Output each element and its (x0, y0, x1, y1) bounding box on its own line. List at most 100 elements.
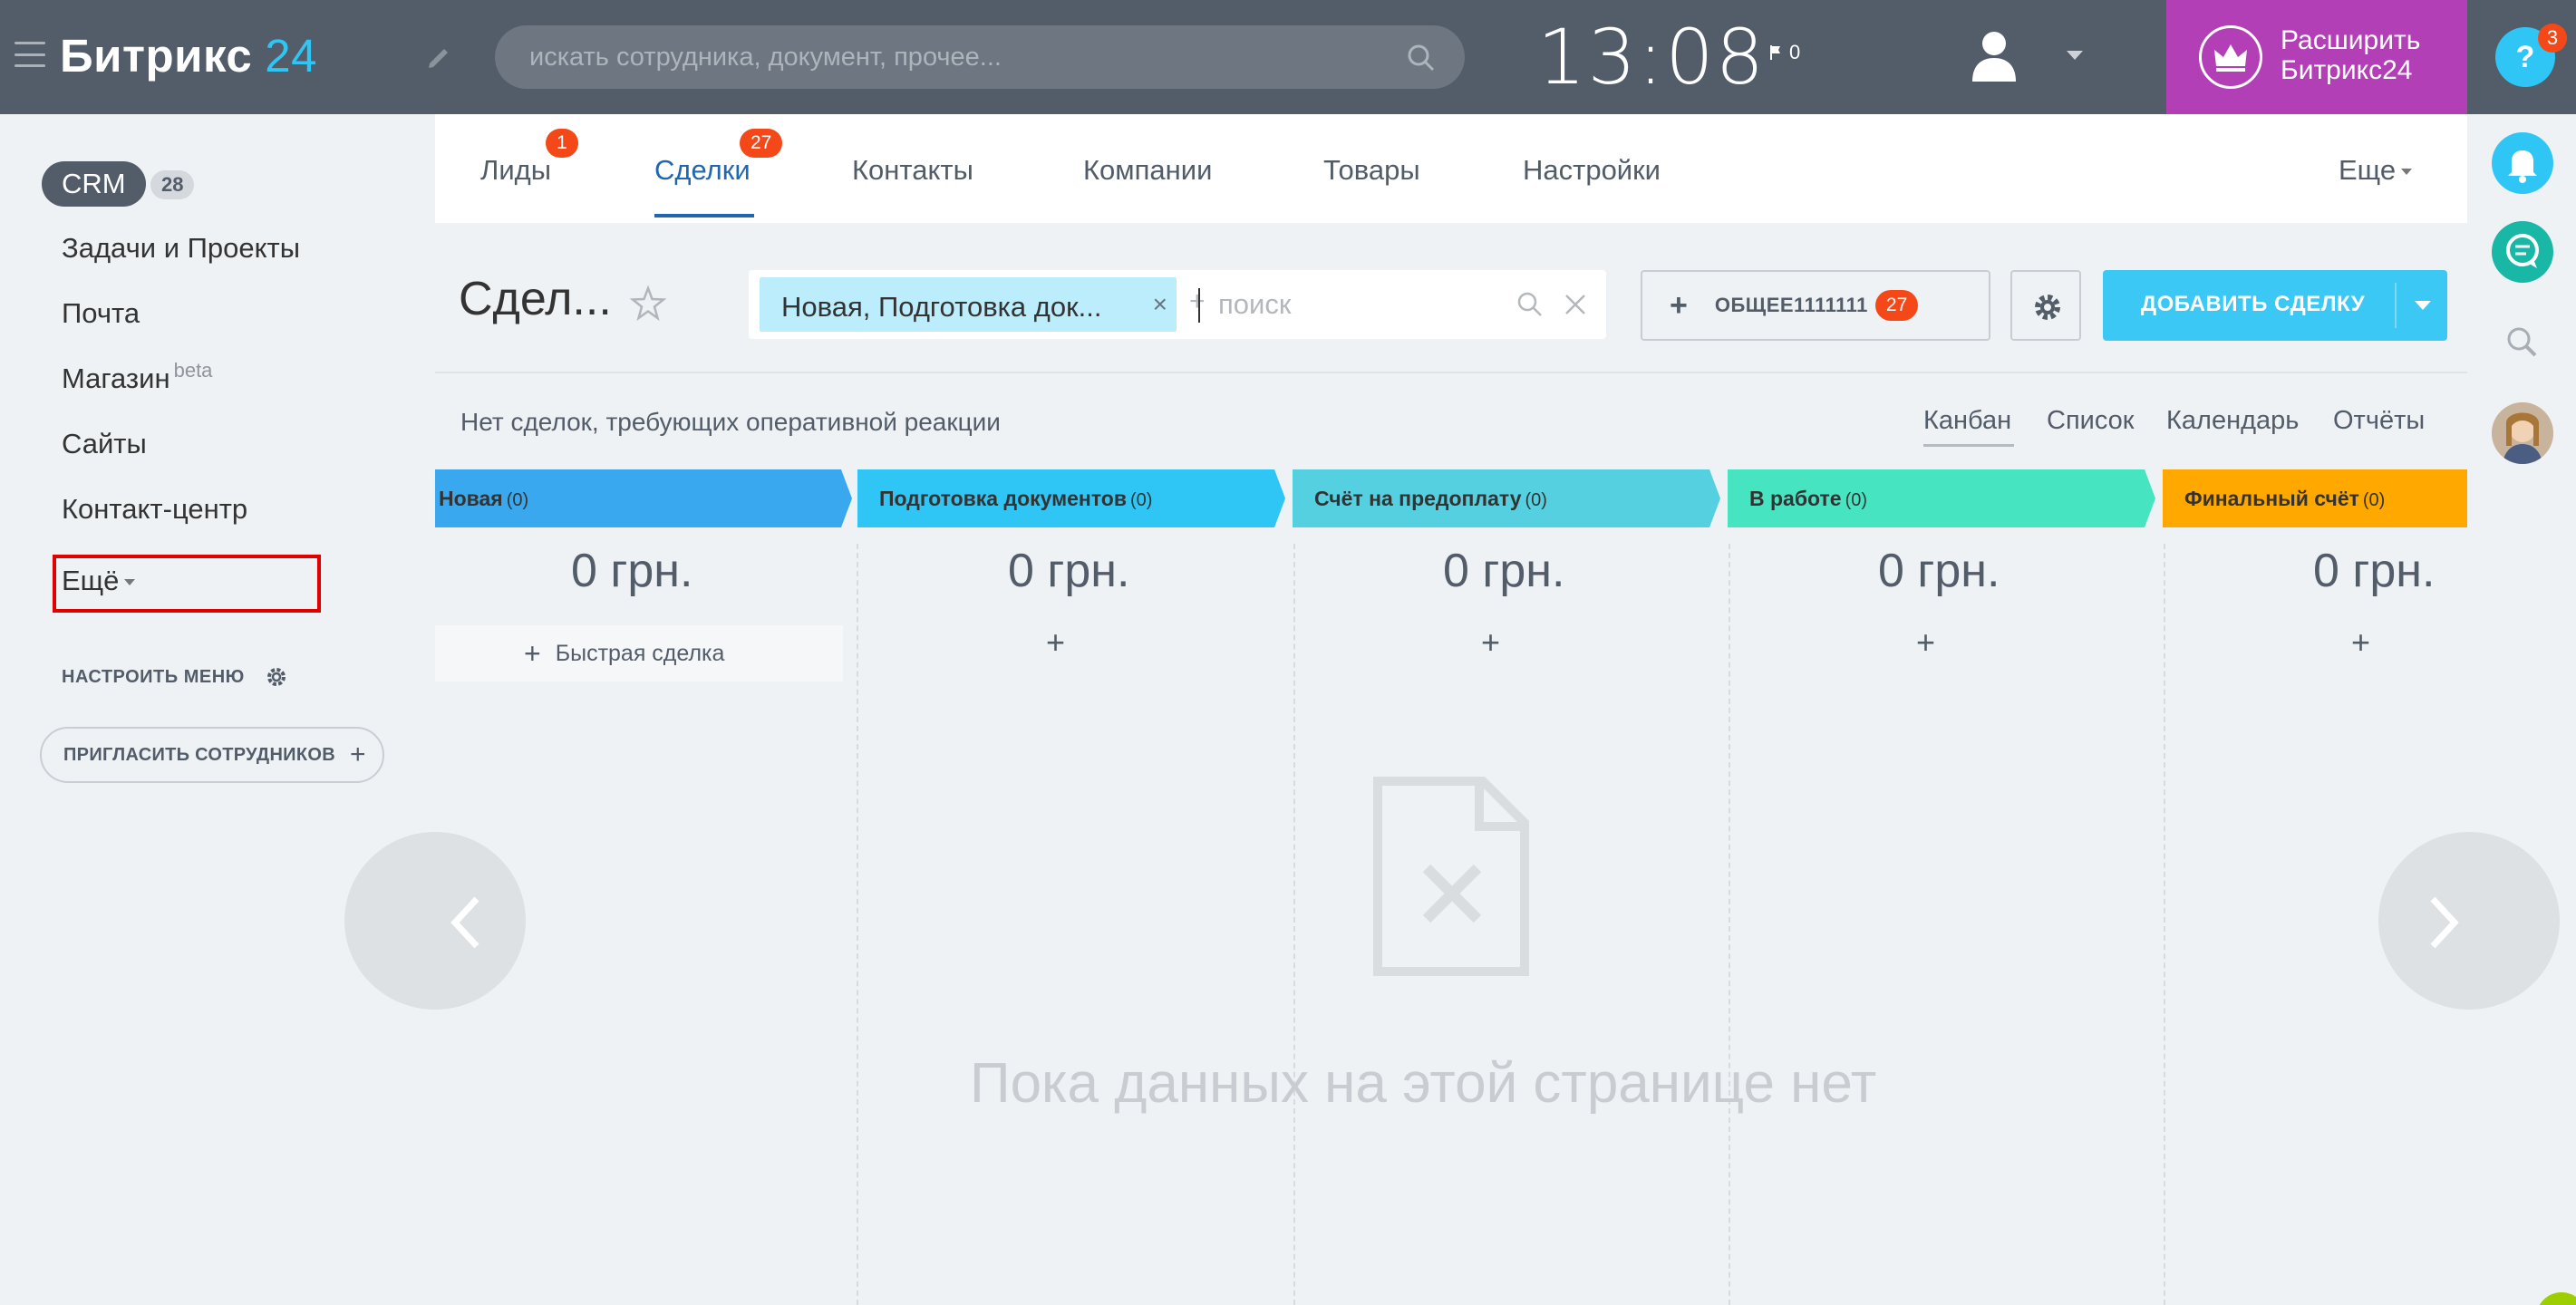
filter-tag[interactable]: Новая, Подготовка док... × (760, 277, 1177, 332)
logo-text: Битрикс (60, 30, 253, 82)
view-kanban[interactable]: Канбан (1923, 406, 2011, 436)
scroll-left-button[interactable] (344, 832, 526, 1010)
search-icon[interactable] (1516, 290, 1545, 319)
quick-deal-button[interactable]: + Быстрая сделка (435, 625, 843, 682)
setup-menu-label: НАСТРОИТЬ МЕНЮ (62, 666, 245, 687)
counter-label: ОБЩЕЕ1111111 (1714, 294, 1868, 316)
flag-count: 0 (1789, 41, 1801, 63)
menu-item-tasks[interactable]: Задачи и Проекты (62, 232, 300, 265)
chat-icon[interactable] (2492, 221, 2553, 283)
pencil-icon[interactable] (424, 42, 455, 72)
add-deal-label: ДОБАВИТЬ СДЕЛКУ (2141, 292, 2366, 316)
tab-deals[interactable]: Сделки (654, 154, 751, 187)
menu-item-contact-center[interactable]: Контакт-центр (62, 493, 247, 526)
user-menu-caret-icon[interactable] (2067, 51, 2083, 60)
tab-products[interactable]: Товары (1323, 154, 1420, 187)
no-urgent-deals-notice: Нет сделок, требующих оперативной реакци… (460, 408, 1001, 436)
stage-docs-count: (0) (1129, 490, 1153, 510)
counter-button[interactable]: + ОБЩЕЕ1111111 27 (1641, 270, 1990, 341)
tab-settings[interactable]: Настройки (1523, 154, 1661, 187)
plus-icon: + (1670, 287, 1688, 323)
stage-prepay[interactable]: Счёт на предоплату (0) (1293, 469, 1720, 527)
stage-final-invoice-count: (0) (2362, 490, 2386, 510)
stage-docs[interactable]: Подготовка документов (0) (857, 469, 1285, 527)
setup-menu-button[interactable]: НАСТРОИТЬ МЕНЮ (62, 665, 288, 689)
text-cursor (1198, 288, 1200, 323)
global-search-input[interactable] (529, 25, 1381, 89)
notifications-bell-icon[interactable] (2492, 132, 2553, 194)
panel-search-icon[interactable] (2492, 312, 2553, 373)
view-calendar[interactable]: Календарь (2166, 406, 2299, 436)
stage-final-invoice-header: Финальный счёт (0) (2163, 469, 2385, 527)
stage-prepay-count: (0) (1525, 490, 1547, 510)
scroll-right-button[interactable] (2378, 832, 2560, 1010)
menu-item-mail[interactable]: Почта (62, 297, 140, 330)
upgrade-line2: Битрикс24 (2281, 55, 2413, 85)
gear-icon (2035, 295, 2060, 320)
tabs-more-button[interactable]: Еще (2339, 154, 2413, 187)
view-list[interactable]: Список (2047, 406, 2135, 436)
settings-gear-button[interactable] (2010, 270, 2081, 341)
upgrade-button[interactable]: Расширить Битрикс24 (2166, 0, 2467, 114)
remove-filter-icon[interactable]: × (1153, 290, 1167, 319)
menu-item-more[interactable]: Ещё (62, 565, 136, 597)
stage-new-header: Новая (0) (435, 469, 528, 527)
left-menu: CRM 28 Задачи и Проекты Почта Магазин bet… (0, 114, 435, 1305)
chevron-left-icon (450, 896, 479, 949)
stage-final-invoice[interactable]: Финальный счёт (0) (2163, 469, 2467, 527)
menu-burger-icon[interactable] (15, 42, 45, 67)
column-divider (1293, 544, 1295, 1305)
search-icon[interactable] (1405, 42, 1438, 74)
close-icon[interactable] (1563, 292, 1588, 317)
flag-counter[interactable]: 0 (1769, 41, 1800, 64)
chevron-down-icon (2401, 169, 2413, 176)
plus-icon: + (524, 636, 541, 670)
invite-employees-button[interactable]: ПРИГЛАСИТЬ СОТРУДНИКОВ + (40, 727, 384, 783)
stage-in-work[interactable]: В работе (0) (1728, 469, 2155, 527)
column-divider (2164, 544, 2165, 1305)
quick-deal-label: Быстрая сделка (555, 640, 725, 666)
right-panel-top: ? 3 (2467, 0, 2576, 114)
stage-new-name: Новая (439, 487, 503, 510)
star-icon[interactable] (629, 285, 667, 323)
stage-prepay-sum: 0 грн. (1443, 545, 1565, 597)
help-badge: 3 (2538, 24, 2567, 53)
stage-docs-add[interactable]: + (1046, 624, 1065, 662)
filter-search-input[interactable] (1200, 279, 1517, 330)
filter-tag-text: Новая, Подготовка док... (781, 291, 1102, 323)
tabs-more-label: Еще (2339, 154, 2397, 186)
top-bar: Битрикс24 13:08 0 РасширитьБитрикс24 (0, 0, 2576, 114)
stage-final-invoice-add[interactable]: + (2351, 624, 2370, 662)
stage-in-work-header: В работе (0) (1728, 469, 1867, 527)
page-title: Сдел... (459, 273, 612, 325)
chevron-down-icon[interactable] (2415, 301, 2431, 310)
stage-in-work-add[interactable]: + (1916, 624, 1935, 662)
view-reports[interactable]: Отчёты (2333, 406, 2425, 436)
crm-counter: 28 (150, 170, 195, 199)
menu-item-crm[interactable]: CRM (42, 161, 146, 207)
stage-new-count: (0) (506, 490, 529, 510)
stage-final-invoice-name: Финальный счёт (2184, 487, 2359, 510)
user-avatar-icon[interactable] (1965, 25, 2023, 83)
beta-label: beta (173, 359, 213, 382)
menu-item-sites[interactable]: Сайты (62, 428, 147, 460)
tab-contacts[interactable]: Контакты (852, 154, 973, 187)
tab-leads[interactable]: Лиды (480, 154, 551, 187)
stage-prepay-add[interactable]: + (1481, 624, 1500, 662)
tab-companies[interactable]: Компании (1083, 154, 1212, 187)
stage-in-work-sum: 0 грн. (1878, 545, 2000, 597)
add-deal-button[interactable]: ДОБАВИТЬ СДЕЛКУ (2103, 270, 2447, 341)
tab-deals-badge: 27 (740, 129, 783, 158)
menu-item-shop[interactable]: Магазин beta (62, 359, 213, 395)
column-divider (1729, 544, 1730, 1305)
clock[interactable]: 13:08 (1537, 13, 1766, 102)
stage-prepay-header: Счёт на предоплату (0) (1293, 469, 1547, 527)
empty-state-text: Пока данных на этой странице нет (970, 1052, 1877, 1115)
stage-final-invoice-sum: 0 грн. (2313, 545, 2436, 597)
menu-more-label: Ещё (62, 565, 120, 596)
stage-new[interactable]: Новая (0) (435, 469, 852, 527)
tab-leads-badge: 1 (546, 129, 578, 158)
contact-avatar[interactable] (2492, 402, 2553, 464)
stage-docs-sum: 0 грн. (1008, 545, 1130, 597)
app-logo[interactable]: Битрикс 24 (60, 29, 317, 82)
